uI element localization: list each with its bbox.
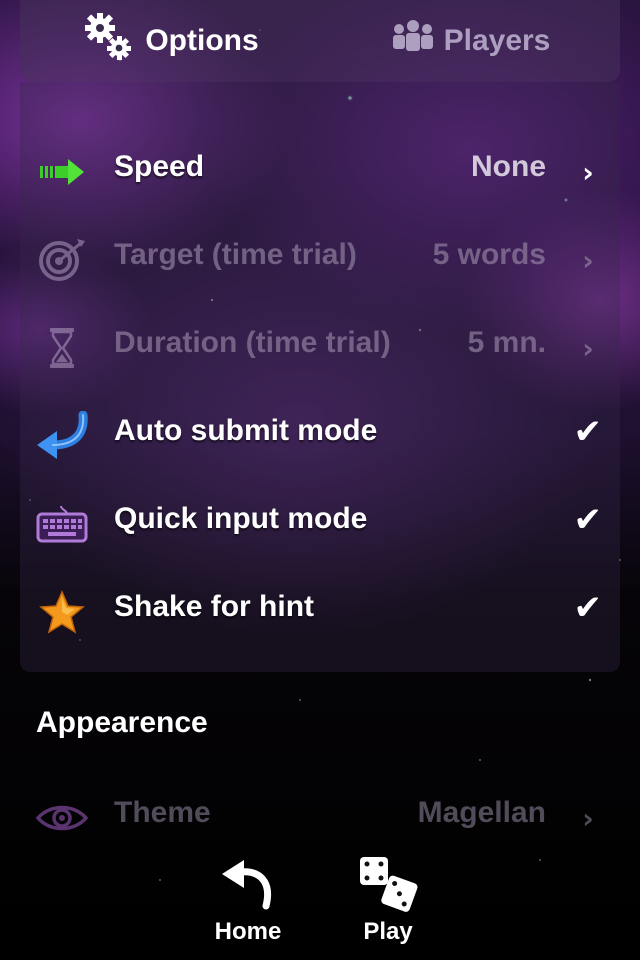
arrow-right-icon — [34, 144, 90, 200]
setting-value: 5 words — [432, 238, 546, 271]
checkmark-icon: ✔ — [573, 500, 603, 540]
setting-label: Target (time trial) — [114, 238, 357, 271]
keyboard-icon — [34, 496, 90, 552]
tab-players[interactable]: Players — [320, 0, 620, 82]
chevron-right-icon: › — [582, 801, 594, 835]
return-arrow-icon — [34, 408, 90, 464]
setting-value: 5 mn. — [467, 326, 546, 359]
chevron-right-icon: › — [582, 243, 594, 277]
undo-arrow-icon — [213, 854, 283, 916]
setting-label: Quick input mode — [114, 502, 368, 535]
dice-icon — [353, 854, 423, 916]
hourglass-icon — [34, 320, 90, 376]
star-icon — [34, 584, 90, 640]
home-label: Home — [214, 918, 282, 945]
bottom-nav: Home Play — [0, 848, 640, 960]
setting-value: Magellan — [417, 796, 546, 829]
tab-bar: Options Players — [20, 0, 620, 82]
tab-options[interactable]: Options — [20, 0, 320, 82]
setting-label: Duration (time trial) — [114, 326, 391, 359]
chevron-right-icon: › — [582, 331, 594, 365]
play-label: Play — [363, 918, 413, 945]
setting-row-auto-submit[interactable]: Auto submit mode ✔ — [0, 392, 640, 480]
setting-row-quick-input[interactable]: Quick input mode ✔ — [0, 480, 640, 568]
setting-value: None — [471, 150, 546, 183]
setting-label: Shake for hint — [114, 590, 315, 623]
setting-row-speed[interactable]: Speed None › — [0, 128, 640, 216]
setting-label: Speed — [114, 150, 205, 183]
setting-label: Theme — [114, 796, 211, 829]
eye-icon — [34, 790, 90, 846]
tab-players-label: Players — [443, 24, 551, 57]
tab-options-label: Options — [145, 24, 259, 57]
setting-label: Auto submit mode — [114, 414, 378, 447]
people-icon — [390, 17, 436, 65]
target-icon — [34, 232, 90, 288]
section-title-appearance: Appearence — [36, 706, 208, 739]
home-button[interactable]: Home — [188, 854, 308, 954]
setting-row-target[interactable]: Target (time trial) 5 words › — [0, 216, 640, 304]
checkmark-icon: ✔ — [573, 588, 603, 628]
setting-row-shake-hint[interactable]: Shake for hint ✔ — [0, 568, 640, 656]
gears-icon — [81, 9, 137, 73]
setting-row-duration[interactable]: Duration (time trial) 5 mn. › — [0, 304, 640, 392]
play-button[interactable]: Play — [328, 854, 448, 954]
chevron-right-icon: › — [582, 155, 594, 189]
checkmark-icon: ✔ — [573, 412, 603, 452]
